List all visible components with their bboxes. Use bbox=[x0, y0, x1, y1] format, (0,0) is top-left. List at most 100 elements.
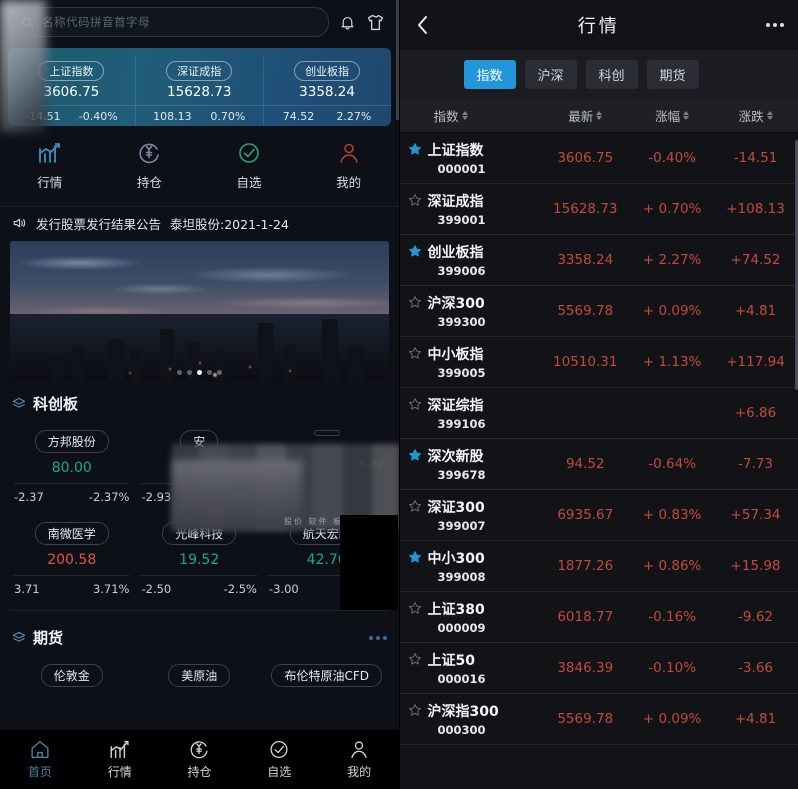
tab-label: 我的 bbox=[347, 763, 371, 780]
banner-dots[interactable] bbox=[10, 370, 389, 375]
stock-change: -2.37 bbox=[14, 490, 44, 504]
star-outline-icon[interactable] bbox=[408, 397, 422, 411]
search-input[interactable]: 名称代码拼音首字母 bbox=[8, 7, 329, 37]
quicknav-item-zixuan[interactable]: 自选 bbox=[199, 141, 299, 191]
city-skyline-banner[interactable] bbox=[10, 241, 389, 381]
tab-wode[interactable]: 我的 bbox=[319, 739, 398, 780]
index-value: 15628.73 bbox=[167, 84, 231, 100]
banner-dot[interactable] bbox=[217, 370, 222, 375]
shirt-icon[interactable] bbox=[366, 14, 385, 31]
ticker-detail: 泰坦股份:𰀀2021-1-24 bbox=[170, 214, 289, 233]
more-dots-icon[interactable] bbox=[766, 23, 784, 27]
quicknav-item-hangqing[interactable]: 行情 bbox=[0, 141, 100, 191]
table-row[interactable]: 深次新股 399678 94.52 -0.64% -7.73 bbox=[400, 439, 798, 490]
table-row[interactable]: 上证指数 000001 3606.75 -0.40% -14.51 bbox=[400, 133, 798, 184]
column-header-change[interactable]: 涨跌 bbox=[713, 106, 798, 125]
index-change-value: +15.98 bbox=[713, 558, 798, 574]
star-outline-icon[interactable] bbox=[408, 652, 422, 666]
column-header-last[interactable]: 最新 bbox=[539, 106, 631, 125]
column-label: 最新 bbox=[568, 106, 593, 125]
table-row[interactable]: 深证300 399007 6935.67 + 0.83% +57.34 bbox=[400, 490, 798, 541]
table-row[interactable]: 上证50 000016 3846.39 -0.10% -3.66 bbox=[400, 643, 798, 694]
table-row[interactable]: 中小300 399008 1877.26 + 0.86% +15.98 bbox=[400, 541, 798, 592]
tab-zhishu[interactable]: 指数 bbox=[464, 60, 516, 89]
star-filled-icon[interactable] bbox=[408, 142, 422, 156]
star-outline-icon[interactable] bbox=[408, 499, 422, 513]
star-outline-icon[interactable] bbox=[408, 703, 422, 717]
table-row[interactable]: 中小板指 399005 10510.31 + 1.13% +117.94 bbox=[400, 337, 798, 388]
tab-label: 首页 bbox=[28, 763, 52, 780]
column-header-percent[interactable]: 涨幅 bbox=[631, 106, 713, 125]
banner-dot[interactable] bbox=[187, 370, 192, 375]
section-more-icon[interactable] bbox=[369, 636, 387, 640]
stock-card[interactable]: 南微医学 200.58 3.71 3.71% bbox=[8, 514, 135, 606]
banner-dot[interactable] bbox=[177, 370, 182, 375]
stock-card[interactable]: 航天宏图 42.70 -3.00 -3% bbox=[263, 514, 390, 606]
search-placeholder: 名称代码拼音首字母 bbox=[42, 14, 150, 30]
futures-name: 布伦特原油CFD bbox=[271, 664, 382, 687]
stock-change: -2.50 bbox=[141, 582, 171, 596]
tab-qihuo[interactable]: 期货 bbox=[647, 60, 699, 89]
star-filled-icon[interactable] bbox=[408, 244, 422, 258]
column-header-index[interactable]: 指数 bbox=[400, 106, 540, 125]
stock-card[interactable]: 光峰科技 19.52 -2.50 -2.5% bbox=[135, 514, 262, 606]
quicknav-item-chicang[interactable]: 持仓 bbox=[100, 141, 200, 191]
table-row[interactable]: 创业板指 399006 3358.24 + 2.27% +74.52 bbox=[400, 235, 798, 286]
stock-card[interactable]: 安 34 -2.93 -2.93% bbox=[135, 422, 262, 514]
index-code: 399006 bbox=[428, 264, 486, 278]
index-code: 399001 bbox=[428, 213, 486, 227]
yuan-circle-icon bbox=[188, 739, 210, 760]
index-delta-1: 108.13 0.70% bbox=[136, 106, 264, 126]
index-summary-card[interactable]: 上证指数 3606.75 深证成指 15628.73 创业板指 3358.24 … bbox=[8, 48, 391, 126]
quicknav-label: 自选 bbox=[237, 172, 262, 191]
stock-footer: 6.82 6.82 bbox=[269, 450, 384, 471]
table-row[interactable]: 上证380 000009 6018.77 -0.16% -9.62 bbox=[400, 592, 798, 643]
table-row[interactable]: 深证成指 399001 15628.73 + 0.70% +108.13 bbox=[400, 184, 798, 235]
layers-icon bbox=[12, 397, 26, 411]
star-outline-icon[interactable] bbox=[408, 346, 422, 360]
stock-card[interactable]: 6.82 6.82 bbox=[263, 422, 390, 514]
row-name-cell: 深证成指 399001 bbox=[400, 191, 540, 227]
sort-icon[interactable] bbox=[596, 111, 602, 120]
index-cell-2[interactable]: 创业板指 3358.24 bbox=[264, 56, 391, 105]
index-change-value: +6.86 bbox=[713, 405, 798, 421]
index-change-value: +108.13 bbox=[713, 201, 798, 217]
index-cell-1[interactable]: 深证成指 15628.73 bbox=[136, 56, 264, 105]
right-phone-panel: 行情 指数 沪深 科创 期货 指数 最新 涨幅 涨跌 上证指数 000001 3… bbox=[399, 0, 798, 789]
star-filled-icon[interactable] bbox=[408, 448, 422, 462]
tab-chicang[interactable]: 持仓 bbox=[160, 739, 240, 780]
banner-dot[interactable] bbox=[207, 370, 212, 375]
announcement-ticker[interactable]: 发行股票发行结果公告 泰坦股份:𰀀2021-1-24 bbox=[0, 207, 399, 239]
check-circle-icon bbox=[237, 141, 261, 165]
star-outline-icon[interactable] bbox=[408, 193, 422, 207]
tab-zixuan[interactable]: 自选 bbox=[239, 739, 319, 780]
tab-home[interactable]: 首页 bbox=[0, 739, 80, 780]
tab-kechuang[interactable]: 科创 bbox=[586, 60, 638, 89]
check-circle-icon bbox=[268, 739, 290, 760]
index-last-value: 5569.78 bbox=[539, 303, 631, 319]
star-outline-icon[interactable] bbox=[408, 295, 422, 309]
tab-hushen[interactable]: 沪深 bbox=[525, 60, 577, 89]
chevron-left-icon[interactable] bbox=[414, 14, 432, 36]
banner-dot-active[interactable] bbox=[197, 370, 202, 375]
quicknav-item-wode[interactable]: 我的 bbox=[299, 141, 399, 191]
table-row[interactable]: 沪深300 399300 5569.78 + 0.09% +4.81 bbox=[400, 286, 798, 337]
table-row[interactable]: 深证综指 399106 +6.86 bbox=[400, 388, 798, 439]
index-table-body[interactable]: 上证指数 000001 3606.75 -0.40% -14.51 深证成指 399001 1… bbox=[400, 133, 798, 789]
stock-card[interactable]: 方邦股份 80.00 -2.37 -2.37% bbox=[8, 422, 135, 514]
bell-icon[interactable] bbox=[339, 14, 356, 31]
sort-icon[interactable] bbox=[462, 111, 468, 120]
star-outline-icon[interactable] bbox=[408, 601, 422, 615]
futures-card[interactable]: 美原油 bbox=[135, 656, 262, 704]
table-row[interactable]: 沪深指300 000300 5569.78 + 0.09% +4.81 bbox=[400, 694, 798, 745]
futures-card[interactable]: 伦敦金 bbox=[8, 656, 135, 704]
left-scroll-area[interactable]: 名称代码拼音首字母 上证指数 3606.75 深证成指 15628.73 创业板… bbox=[0, 0, 399, 789]
stock-footer: -2.93 -2.93% bbox=[141, 483, 256, 504]
sort-icon[interactable] bbox=[683, 111, 689, 120]
tab-hangqing[interactable]: 行情 bbox=[80, 739, 160, 780]
star-filled-icon[interactable] bbox=[408, 550, 422, 564]
stock-footer: 3.71 3.71% bbox=[14, 575, 129, 596]
index-cell-0[interactable]: 上证指数 3606.75 bbox=[8, 56, 136, 105]
futures-card[interactable]: 布伦特原油CFD bbox=[263, 656, 390, 704]
sort-icon[interactable] bbox=[767, 111, 773, 120]
